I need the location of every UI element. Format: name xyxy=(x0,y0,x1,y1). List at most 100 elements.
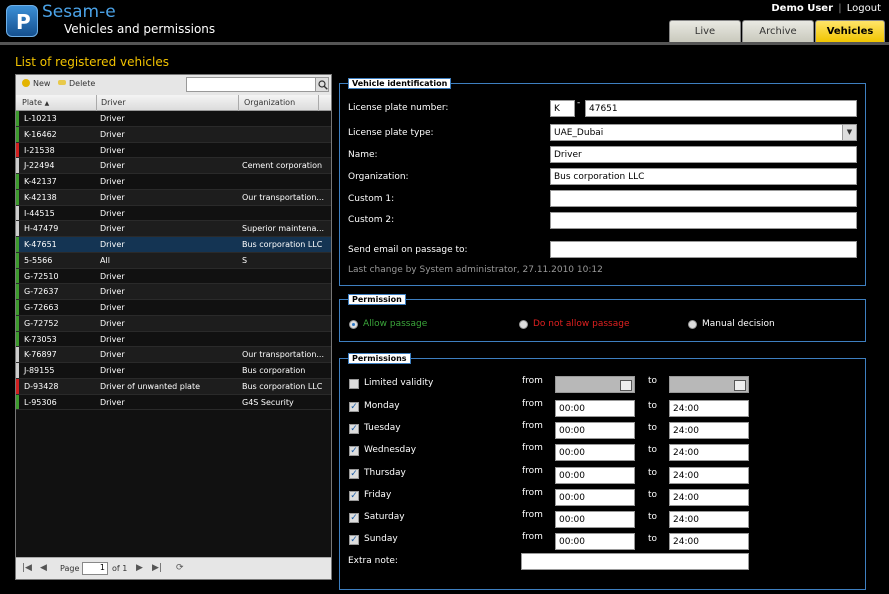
table-row[interactable]: G-72510 Driver xyxy=(16,268,331,285)
allow-passage-radio[interactable] xyxy=(349,320,358,329)
monday-to-input[interactable]: 24:00 xyxy=(669,400,749,417)
cell-driver: Driver xyxy=(100,224,125,234)
table-row[interactable]: K-16462 Driver xyxy=(16,126,331,143)
grid-pager: |◀ ◀ Page 1 of 1 ▶ ▶| ⟳ xyxy=(16,557,331,579)
email-input[interactable] xyxy=(550,241,857,258)
delete-button[interactable]: Delete xyxy=(58,79,95,88)
cell-plate: H-47479 xyxy=(24,224,59,234)
table-row[interactable]: K-42138 Driver Our transportation... xyxy=(16,189,331,206)
friday-checkbox[interactable]: ✓ xyxy=(349,490,359,501)
cell-driver: Driver xyxy=(100,397,125,407)
column-divider xyxy=(96,95,97,111)
deny-passage-label[interactable]: Do not allow passage xyxy=(533,319,630,329)
manual-decision-label[interactable]: Manual decision xyxy=(702,319,775,329)
table-row[interactable]: G-72752 Driver xyxy=(16,315,331,332)
table-row[interactable]: G-72637 Driver xyxy=(16,284,331,300)
sunday-checkbox[interactable]: ✓ xyxy=(349,535,359,546)
tuesday-from-input[interactable]: 00:00 xyxy=(555,422,635,440)
vehicle-list-panel: New Delete Plate ▲ Driver Organization L… xyxy=(15,74,332,580)
cell-plate: 5-5566 xyxy=(24,255,53,265)
table-row[interactable]: L-95306 Driver G4S Security xyxy=(16,394,331,411)
table-row[interactable]: L-10213 Driver xyxy=(16,111,331,127)
thursday-checkbox[interactable]: ✓ xyxy=(349,468,359,479)
saturday-to-input[interactable]: 24:00 xyxy=(669,511,749,528)
column-organization[interactable]: Organization xyxy=(244,98,295,107)
table-row[interactable]: K-76897 Driver Our transportation... xyxy=(16,347,331,363)
table-row[interactable]: I-44515 Driver xyxy=(16,205,331,222)
tab-archive[interactable]: Archive xyxy=(742,20,814,42)
cell-plate: L-95306 xyxy=(24,397,57,407)
table-row[interactable]: H-47479 Driver Superior maintena... xyxy=(16,221,331,237)
column-plate[interactable]: Plate ▲ xyxy=(22,98,49,107)
custom1-input[interactable] xyxy=(550,190,857,207)
wednesday-checkbox[interactable]: ✓ xyxy=(349,446,359,457)
status-marker xyxy=(16,284,19,299)
limited-validity-checkbox[interactable] xyxy=(349,379,359,389)
allow-passage-label[interactable]: Allow passage xyxy=(363,319,427,329)
last-page-icon[interactable]: ▶| xyxy=(152,563,162,573)
logout-link[interactable]: Logout xyxy=(847,3,881,14)
table-row[interactable]: J-89155 Driver Bus corporation xyxy=(16,363,331,379)
status-marker xyxy=(16,268,19,284)
saturday-from-label: from xyxy=(522,510,543,520)
wednesday-to-input[interactable]: 24:00 xyxy=(669,444,749,462)
thursday-label: Thursday xyxy=(364,467,406,478)
tuesday-checkbox[interactable]: ✓ xyxy=(349,424,359,435)
search-button[interactable] xyxy=(315,77,329,92)
tab-vehicles[interactable]: Vehicles xyxy=(815,20,885,42)
validity-to-input[interactable] xyxy=(669,376,749,393)
organization-input[interactable]: Bus corporation LLC xyxy=(550,168,857,185)
calendar-icon[interactable] xyxy=(734,380,746,391)
monday-from-input[interactable]: 00:00 xyxy=(555,400,635,417)
extra-note-input[interactable] xyxy=(521,553,749,570)
cell-driver: Driver xyxy=(100,318,125,328)
table-row[interactable]: K-42137 Driver xyxy=(16,174,331,190)
first-page-icon[interactable]: |◀ xyxy=(22,563,32,573)
manual-decision-radio[interactable] xyxy=(688,320,697,329)
saturday-from-input[interactable]: 00:00 xyxy=(555,511,635,528)
tab-live[interactable]: Live xyxy=(669,20,741,42)
thursday-to-input[interactable]: 24:00 xyxy=(669,466,749,484)
monday-checkbox[interactable]: ✓ xyxy=(349,402,359,412)
name-input[interactable]: Driver xyxy=(550,146,857,163)
plate-type-select[interactable]: UAE_Dubai ▼ xyxy=(550,124,857,141)
table-row[interactable]: I-21538 Driver xyxy=(16,142,331,159)
thursday-from-input[interactable]: 00:00 xyxy=(555,466,635,484)
custom2-input[interactable] xyxy=(550,212,857,229)
saturday-checkbox[interactable]: ✓ xyxy=(349,513,359,523)
validity-from-input[interactable] xyxy=(555,376,635,393)
table-row[interactable]: J-22494 Driver Cement corporation xyxy=(16,158,331,174)
friday-to-input[interactable]: 24:00 xyxy=(669,488,749,506)
tuesday-to-input[interactable]: 24:00 xyxy=(669,422,749,440)
column-driver[interactable]: Driver xyxy=(101,98,126,107)
table-row[interactable]: K-47651 Driver Bus corporation LLC xyxy=(16,237,331,253)
user-area: Demo User | Logout xyxy=(771,3,881,14)
search-input[interactable] xyxy=(186,77,316,92)
table-row[interactable]: G-72663 Driver xyxy=(16,300,331,316)
saturday-label: Saturday xyxy=(364,512,405,522)
table-row[interactable]: D-93428 Driver of unwanted plate Bus corpo… xyxy=(16,378,331,395)
sunday-from-input[interactable]: 00:00 xyxy=(555,533,635,551)
logo-letter: P xyxy=(16,10,31,34)
deny-passage-radio[interactable] xyxy=(519,320,528,329)
new-button[interactable]: New xyxy=(22,79,50,88)
plate-number-input[interactable]: 47651 xyxy=(585,100,857,117)
prev-page-icon[interactable]: ◀ xyxy=(40,563,47,573)
wednesday-from-input[interactable]: 00:00 xyxy=(555,444,635,462)
status-marker xyxy=(16,205,19,221)
plate-prefix-input[interactable]: K xyxy=(550,100,575,117)
refresh-icon[interactable]: ⟳ xyxy=(176,563,184,573)
table-row[interactable]: K-73053 Driver xyxy=(16,331,331,348)
validity-to-label: to xyxy=(648,376,658,386)
cell-driver: Driver xyxy=(100,161,125,171)
cell-driver: Driver xyxy=(100,303,125,312)
next-page-icon[interactable]: ▶ xyxy=(136,563,143,573)
page-number-input[interactable]: 1 xyxy=(82,562,108,575)
friday-from-input[interactable]: 00:00 xyxy=(555,488,635,506)
table-row[interactable]: 5-5566 All S xyxy=(16,252,331,269)
status-marker xyxy=(16,331,19,347)
app-logo: P xyxy=(6,5,38,37)
email-label: Send email on passage to: xyxy=(348,245,468,255)
calendar-icon[interactable] xyxy=(620,380,632,391)
sunday-to-input[interactable]: 24:00 xyxy=(669,533,749,551)
